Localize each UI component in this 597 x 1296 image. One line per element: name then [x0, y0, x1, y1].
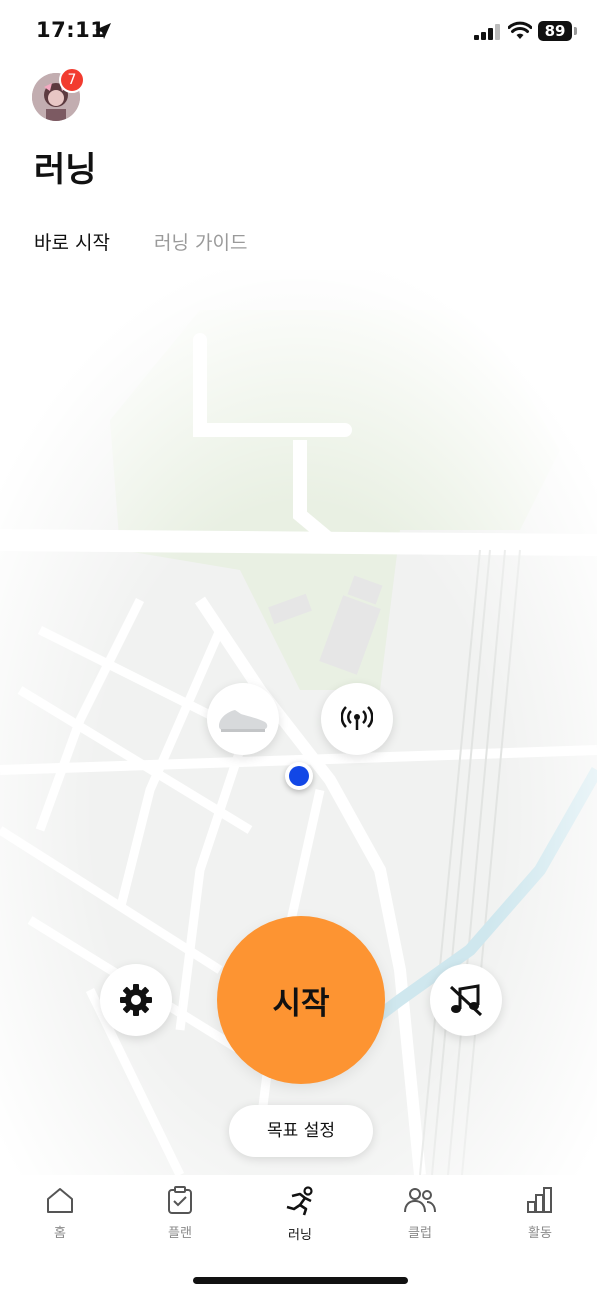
page-title: 러닝 — [34, 150, 97, 190]
start-run-button[interactable]: 시작 — [217, 916, 385, 1084]
nav-label-home: 홈 — [54, 1226, 66, 1241]
music-button[interactable] — [430, 964, 502, 1036]
music-off-icon — [449, 984, 483, 1017]
nav-item-club[interactable]: 클럽 — [380, 1186, 460, 1241]
bar-chart-icon — [527, 1187, 552, 1213]
notification-badge: 7 — [59, 67, 85, 93]
live-broadcast-button[interactable] — [321, 683, 393, 755]
nav-item-activity[interactable]: 활동 — [500, 1186, 580, 1241]
wifi-icon — [508, 21, 532, 39]
battery-level: 89 — [538, 21, 572, 41]
nav-item-home[interactable]: 홈 — [20, 1186, 100, 1241]
shoe-icon — [219, 710, 268, 732]
broadcast-icon — [341, 706, 373, 730]
run-settings-button[interactable] — [100, 964, 172, 1036]
goal-setting-button[interactable]: 목표 설정 — [229, 1105, 373, 1157]
clipboard-check-icon — [168, 1186, 192, 1214]
tab-running-guide[interactable]: 러닝 가이드 — [154, 228, 247, 255]
cellular-signal-icon — [474, 24, 500, 40]
tab-quick-start[interactable]: 바로 시작 — [34, 228, 110, 255]
current-location-marker — [285, 762, 313, 790]
nav-item-plan[interactable]: 플랜 — [140, 1186, 220, 1241]
nav-label-club: 클럽 — [408, 1226, 432, 1241]
nav-label-activity: 활동 — [528, 1226, 552, 1241]
people-icon — [404, 1188, 436, 1213]
gear-icon — [120, 984, 152, 1016]
shoe-button[interactable] — [207, 683, 279, 755]
home-indicator[interactable] — [193, 1277, 408, 1284]
nav-label-running: 러닝 — [288, 1228, 312, 1243]
nav-label-plan: 플랜 — [168, 1226, 192, 1241]
location-arrow-icon — [95, 23, 111, 39]
home-icon — [47, 1188, 73, 1213]
runner-icon — [286, 1186, 313, 1216]
battery-tip — [574, 27, 577, 35]
nav-item-running[interactable]: 러닝 — [260, 1186, 340, 1243]
status-bar: 17:11 89 — [0, 0, 597, 62]
